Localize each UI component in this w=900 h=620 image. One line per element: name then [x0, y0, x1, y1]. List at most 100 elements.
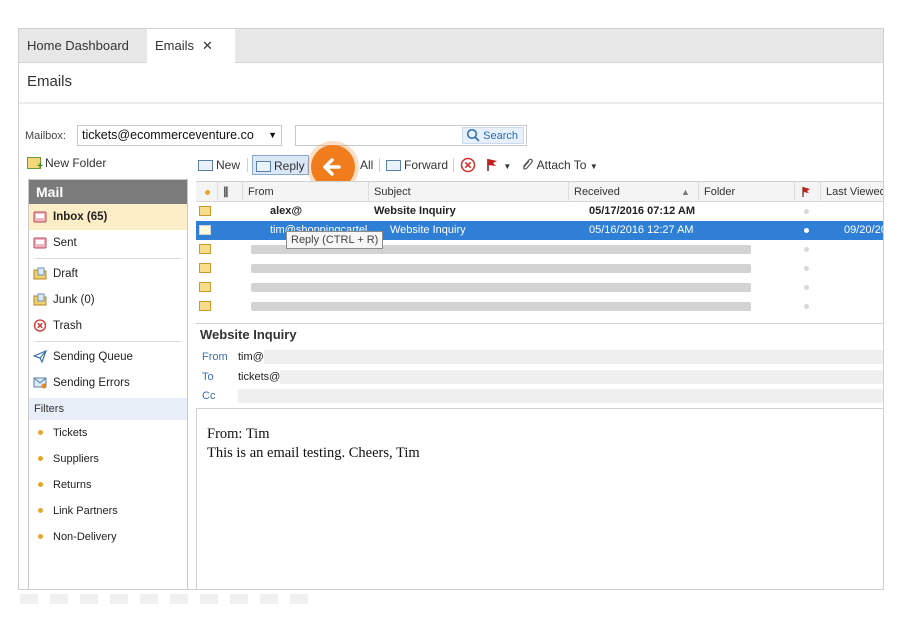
flag-icon: [802, 187, 810, 197]
divider: [35, 258, 181, 259]
reply-all-button[interactable]: All: [357, 155, 376, 175]
sidebar-item-sending-queue[interactable]: Sending Queue: [29, 344, 187, 370]
inbox-icon: [33, 211, 47, 223]
divider: [247, 158, 248, 172]
mailbox-label: Mailbox:: [25, 130, 66, 142]
message-list: ∥ From Subject Received ▲ Folder Last Vi…: [196, 181, 883, 321]
from-value[interactable]: tim@: [238, 351, 264, 363]
search-input[interactable]: Search: [295, 125, 527, 146]
attach-to-label: Attach To: [536, 158, 587, 172]
page-title: Emails: [27, 73, 73, 90]
sidebar-item-junk[interactable]: Junk (0): [29, 287, 187, 313]
preview-cc-row: Cc: [196, 387, 883, 405]
tab-home-dashboard[interactable]: Home Dashboard: [19, 29, 143, 63]
search-button[interactable]: Search: [462, 127, 524, 144]
message-body[interactable]: From: Tim This is an email testing. Chee…: [196, 408, 883, 589]
from-label: From: [202, 351, 228, 363]
cc-label: Cc: [202, 390, 216, 402]
redacted-content: [251, 302, 751, 311]
flag-dot-icon: [804, 228, 809, 233]
unread-envelope-icon: [199, 301, 211, 311]
redacted-content: [251, 283, 751, 292]
reply-label: Reply: [274, 159, 305, 173]
new-label: New: [216, 158, 241, 172]
chevron-down-icon: ▼: [589, 162, 598, 171]
search-icon: [467, 128, 480, 142]
sidebar-item-draft[interactable]: Draft: [29, 261, 187, 287]
cc-value: [238, 389, 883, 403]
flag-column[interactable]: [795, 182, 821, 202]
filter-item-returns[interactable]: Returns: [29, 472, 187, 498]
reply-all-label: All: [360, 158, 374, 172]
bullet-icon: [38, 534, 43, 539]
attach-to-button[interactable]: Attach To ▼: [517, 155, 601, 175]
new-button[interactable]: New: [195, 155, 243, 175]
draft-icon: [33, 267, 47, 280]
flag-icon: [487, 159, 497, 171]
column-from[interactable]: From: [243, 182, 369, 202]
new-folder-icon: [27, 157, 43, 172]
sidebar-item-trash[interactable]: Trash: [29, 313, 187, 339]
reply-button[interactable]: Reply: [252, 155, 309, 175]
unread-envelope-icon: [199, 263, 211, 273]
new-mail-icon: [198, 160, 213, 171]
to-label: To: [202, 371, 214, 383]
filter-item-non-delivery[interactable]: Non-Delivery: [29, 524, 187, 550]
filters-header: Filters: [29, 398, 187, 420]
preview-pane: Website Inquiry From tim@ To tickets@ Cc…: [196, 323, 883, 589]
preview-subject: Website Inquiry: [200, 327, 297, 342]
redacted-content: [280, 370, 883, 384]
new-folder-button[interactable]: New Folder: [27, 156, 106, 172]
chevron-down-icon: ▼: [268, 130, 277, 140]
row-last-viewed: 09/20/2016: [844, 224, 883, 236]
sidebar-item-label: Sent: [53, 237, 77, 249]
close-icon[interactable]: ✕: [202, 38, 213, 53]
mailbox-value: tickets@ecommerceventure.co: [82, 128, 254, 142]
reply-icon: [256, 161, 271, 172]
bullet-icon: [38, 430, 43, 435]
divider: [19, 102, 883, 104]
flag-dot-icon: [804, 304, 809, 309]
column-folder[interactable]: Folder: [699, 182, 795, 202]
trash-icon: [33, 319, 47, 332]
flag-dot-icon: [804, 209, 809, 214]
row-subject: Website Inquiry: [390, 224, 466, 236]
attachment-column[interactable]: ∥: [218, 182, 243, 202]
sidebar-item-label: Sending Errors: [53, 377, 130, 389]
sort-ascending-icon: ▲: [681, 187, 690, 197]
column-last-viewed[interactable]: Last Viewed: [821, 182, 883, 202]
table-row-redacted[interactable]: [196, 259, 883, 278]
sidebar-item-inbox[interactable]: Inbox (65): [29, 204, 187, 230]
delete-icon: [460, 157, 476, 173]
sidebar-item-sent[interactable]: Sent: [29, 230, 187, 256]
table-row-redacted[interactable]: [196, 278, 883, 297]
delete-button[interactable]: [457, 155, 479, 175]
app-window: Home Dashboard Emails ✕ Emails Mailbox: t…: [18, 28, 884, 590]
filter-label: Suppliers: [53, 453, 99, 465]
divider: [379, 158, 380, 172]
preview-to-row: To tickets@: [196, 368, 883, 386]
forward-button[interactable]: Forward: [383, 155, 451, 175]
sidebar-item-sending-errors[interactable]: Sending Errors: [29, 370, 187, 396]
table-row[interactable]: alex@ Website Inquiry 05/17/2016 07:12 A…: [196, 202, 883, 221]
tab-bar: Home Dashboard Emails ✕: [19, 29, 883, 64]
redacted-content: [264, 350, 883, 364]
column-subject[interactable]: Subject: [369, 182, 569, 202]
table-row-redacted[interactable]: [196, 297, 883, 316]
filter-item-tickets[interactable]: Tickets: [29, 420, 187, 446]
filter-label: Returns: [53, 479, 92, 491]
filter-item-link-partners[interactable]: Link Partners: [29, 498, 187, 524]
tab-emails[interactable]: Emails ✕: [147, 29, 235, 64]
filter-item-suppliers[interactable]: Suppliers: [29, 446, 187, 472]
flag-button[interactable]: ▼: [481, 155, 514, 175]
mailbox-select[interactable]: tickets@ecommerceventure.co ▼: [77, 125, 282, 146]
decorative-strip: [20, 594, 320, 604]
error-envelope-icon: [33, 377, 47, 389]
filter-label: Non-Delivery: [53, 531, 117, 543]
body-line: From: Tim: [207, 426, 270, 442]
sidebar-header: Mail: [29, 180, 187, 204]
bullet-icon: [38, 482, 43, 487]
forward-icon: [386, 160, 401, 171]
to-value[interactable]: tickets@: [238, 371, 280, 383]
read-status-column[interactable]: [196, 182, 218, 202]
